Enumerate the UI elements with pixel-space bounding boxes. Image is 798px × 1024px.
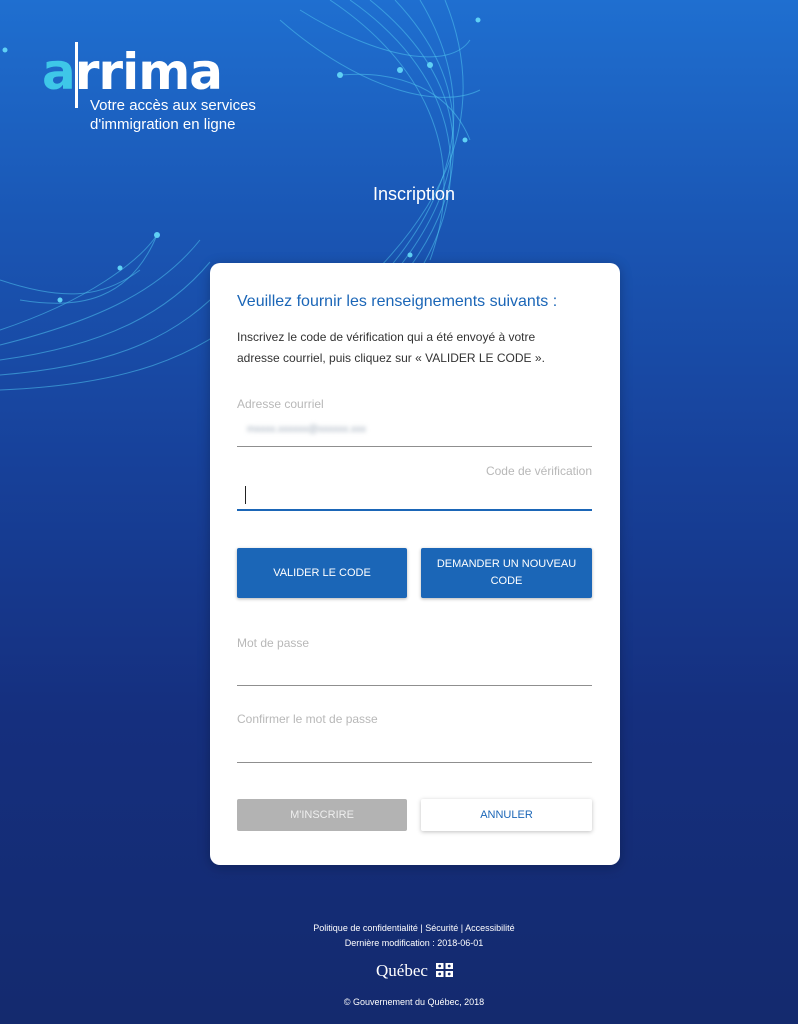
footer-separator: | xyxy=(420,923,423,933)
request-new-code-button[interactable]: DEMANDER UN NOUVEAU CODE xyxy=(421,548,592,598)
confirm-password-label: Confirmer le mot de passe xyxy=(237,712,378,726)
logo-letter-a: a xyxy=(42,43,76,101)
password-label: Mot de passe xyxy=(237,636,310,650)
page-title: Inscription xyxy=(372,184,456,204)
quebec-flag-icon xyxy=(436,963,453,977)
arrima-logo[interactable]: arrima Votre accès aux services d'immigr… xyxy=(42,42,256,133)
logo-bar xyxy=(75,42,78,108)
cancel-button[interactable]: ANNULER xyxy=(421,799,592,831)
form-heading: Veuillez fournir les renseignements suiv… xyxy=(237,293,558,310)
logo-tagline: Votre accès aux services d'immigration e… xyxy=(90,96,320,134)
email-underline xyxy=(237,446,592,447)
email-field[interactable]: mxxxx.xxxxxx@xxxxxx.xxx xyxy=(247,424,366,435)
copyright: © Gouvernement du Québec, 2018 xyxy=(343,997,485,1007)
registration-card: Veuillez fournir les renseignements suiv… xyxy=(210,263,620,865)
email-label: Adresse courriel xyxy=(237,397,324,411)
privacy-link[interactable]: Politique de confidentialité xyxy=(313,923,418,933)
logo-letters: rrima xyxy=(74,43,223,101)
code-input-caret[interactable] xyxy=(245,486,246,504)
logo-wordmark: arrima xyxy=(42,43,223,101)
code-label: Code de vérification xyxy=(485,464,592,478)
form-instructions: Inscrivez le code de vérification qui a … xyxy=(237,330,545,365)
accessibility-link[interactable]: Accessibilité xyxy=(465,923,515,933)
footer-links: Politique de confidentialité | Sécurité … xyxy=(0,923,798,933)
register-button[interactable]: M'INSCRIRE xyxy=(237,799,407,831)
validate-code-button[interactable]: VALIDER LE CODE xyxy=(237,548,407,598)
quebec-logo-text: Québec xyxy=(376,961,428,980)
tagline-line-1: Votre accès aux services xyxy=(90,97,256,114)
security-link[interactable]: Sécurité xyxy=(425,923,458,933)
code-input[interactable] xyxy=(237,509,592,511)
password-input[interactable] xyxy=(237,685,592,686)
footer-separator: | xyxy=(460,923,464,933)
confirm-password-input[interactable] xyxy=(237,762,592,763)
tagline-line-2: d'immigration en ligne xyxy=(90,116,236,133)
last-modified: Dernière modification : 2018-06-01 xyxy=(344,938,484,948)
